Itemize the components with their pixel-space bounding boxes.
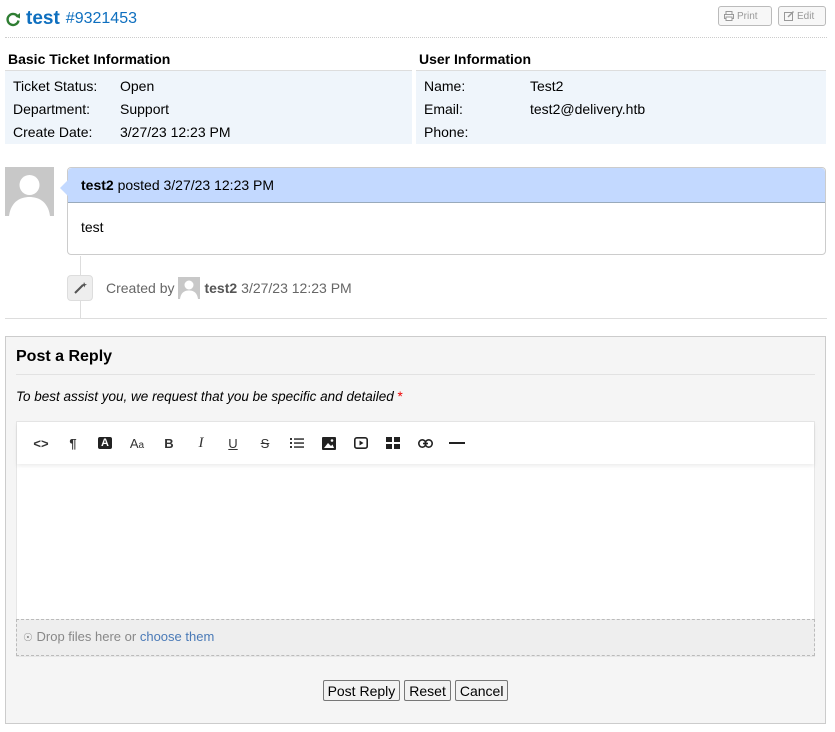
magic-wand-icon — [67, 275, 93, 301]
info-key: Ticket Status: — [13, 77, 98, 94]
refresh-icon[interactable] — [5, 11, 21, 27]
ticket-header: test #9321453 Print Edit — [5, 6, 827, 38]
info-value: Test2 — [530, 77, 564, 94]
edit-button[interactable]: Edit — [778, 6, 826, 26]
bold-icon[interactable]: B — [153, 431, 185, 455]
thread-message: test2 posted 3/27/23 12:23 PM test — [60, 167, 826, 255]
basic-ticket-info: Basic Ticket Information Ticket Status: … — [5, 50, 412, 144]
info-value: 3/27/23 12:23 PM — [120, 123, 231, 140]
event-prefix: Created by — [106, 280, 175, 296]
code-view-icon[interactable]: <> — [25, 431, 57, 455]
print-label: Print — [737, 10, 758, 22]
event-time: 3/27/23 12:23 PM — [241, 280, 352, 296]
reply-buttons: Post Reply Reset Cancel — [6, 680, 825, 701]
link-icon[interactable] — [409, 431, 441, 455]
message-author: test2 — [81, 177, 114, 193]
choose-files-link[interactable]: choose them — [140, 629, 214, 644]
info-row-department: Department: Support — [5, 97, 412, 120]
table-icon[interactable] — [377, 431, 409, 455]
drop-text: Drop files here or — [36, 629, 137, 644]
instruction-text: To best assist you, we request that you … — [16, 389, 394, 404]
user-info-heading: User Information — [416, 50, 826, 71]
user-avatar-icon — [5, 167, 54, 216]
info-value: Open — [120, 77, 155, 94]
info-row-create-date: Create Date: 3/27/23 12:23 PM — [5, 120, 412, 143]
file-drop-zone[interactable]: ☉ Drop files here or choose them — [16, 619, 815, 656]
text-color-icon[interactable]: A — [89, 431, 121, 455]
message-posted-text: posted 3/27/23 12:23 PM — [117, 177, 275, 193]
editor-toolbar: <> ¶ A Aa B I U S — [17, 422, 814, 464]
ticket-name[interactable]: test — [26, 8, 60, 30]
message-body: test — [81, 219, 104, 235]
edit-label: Edit — [797, 10, 815, 22]
info-key: Email: — [424, 100, 463, 117]
user-avatar-icon — [178, 277, 201, 299]
info-row-email: Email: test2@delivery.htb — [416, 97, 826, 120]
divider — [5, 318, 827, 319]
cancel-button[interactable]: Cancel — [454, 680, 509, 701]
avatar — [5, 167, 54, 216]
horizontal-rule-icon[interactable] — [441, 431, 473, 455]
reply-instruction: To best assist you, we request that you … — [16, 389, 403, 404]
strikethrough-icon[interactable]: S — [249, 431, 281, 455]
image-icon[interactable] — [313, 431, 345, 455]
basic-info-heading: Basic Ticket Information — [5, 50, 412, 71]
underline-icon[interactable]: U — [217, 431, 249, 455]
info-value: Support — [120, 100, 170, 117]
info-value: test2@delivery.htb — [530, 100, 646, 117]
reset-button[interactable]: Reset — [404, 680, 451, 701]
info-row-name: Name: Test2 — [416, 74, 826, 97]
paragraph-icon[interactable]: ¶ — [57, 431, 89, 455]
info-key: Department: — [13, 100, 91, 117]
info-key: Phone: — [424, 123, 469, 140]
ticket-title[interactable]: test #9321453 — [5, 8, 137, 30]
edit-icon — [784, 11, 794, 21]
reply-heading: Post a Reply — [16, 348, 815, 375]
print-button[interactable]: Print — [718, 6, 772, 26]
info-row-phone: Phone: — [416, 120, 826, 143]
info-key: Create Date: — [13, 123, 93, 140]
post-reply-form: Post a Reply To best assist you, we requ… — [5, 336, 826, 724]
message-arrow — [60, 180, 68, 196]
video-icon[interactable] — [345, 431, 377, 455]
printer-icon — [724, 11, 734, 21]
user-info: User Information Name: Test2 Email: test… — [416, 50, 826, 144]
required-mark: * — [397, 389, 403, 404]
post-reply-button[interactable]: Post Reply — [322, 680, 401, 701]
upload-icon: ☉ — [23, 632, 33, 644]
list-icon[interactable] — [281, 431, 313, 455]
font-size-icon[interactable]: Aa — [121, 431, 153, 455]
message-header: test2 posted 3/27/23 12:23 PM — [68, 168, 825, 203]
italic-icon[interactable]: I — [185, 431, 217, 455]
thread-event: Created by test2 3/27/23 12:23 PM — [67, 274, 352, 302]
info-key: Name: — [424, 77, 466, 94]
ticket-number[interactable]: #9321453 — [66, 10, 137, 28]
event-user: test2 — [204, 280, 238, 296]
info-row-status: Ticket Status: Open — [5, 74, 412, 97]
